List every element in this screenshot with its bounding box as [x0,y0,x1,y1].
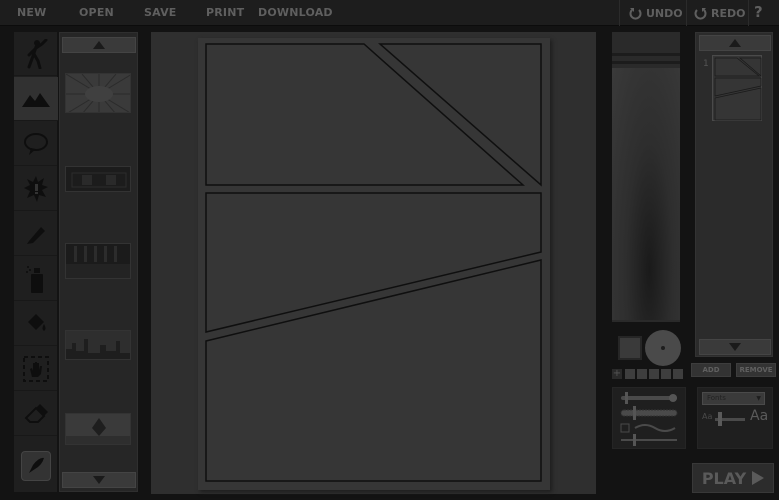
undo-button[interactable]: UNDO [629,5,683,21]
redo-label: REDO [711,6,746,20]
brush-style-option[interactable] [620,423,676,433]
tool-move[interactable] [14,347,57,391]
comic-page[interactable] [198,38,550,490]
figure-icon [27,38,47,69]
thumbnail-city[interactable] [65,330,131,360]
tool-erase[interactable] [14,392,57,436]
page-thumbnail-image [714,57,762,121]
divider [748,0,749,26]
font-size-large-label: Aa [750,408,769,424]
city-thumbnail-image [66,331,130,359]
library-scroll-up[interactable] [62,37,136,53]
download-button[interactable]: DOWNLOAD [258,6,333,19]
divider [686,0,687,26]
mountains-icon [22,92,50,107]
saved-swatch[interactable] [625,369,635,379]
brush-opacity-slider[interactable] [620,406,678,420]
saved-swatch[interactable] [637,369,647,379]
panel-4[interactable] [205,259,542,482]
undo-label: UNDO [646,6,683,20]
play-label: PLAY [701,468,747,488]
brush-smooth-slider[interactable] [621,434,677,446]
arrow-down-icon [729,343,741,351]
brush-settings [612,387,686,449]
panel-2[interactable] [378,43,542,187]
library-scroll-down[interactable] [62,472,136,488]
ink-tool-frame [20,451,51,481]
speech-bubble-icon [23,132,48,155]
rays-thumbnail-image [66,74,130,112]
brush-sliders [620,392,678,446]
font-settings: Fonts Aa Aa [697,387,773,449]
undo-icon [629,7,642,19]
tool-draw[interactable] [14,212,57,256]
thumbnail-monument[interactable] [65,413,131,445]
tool-balloons[interactable] [14,122,57,166]
panel-1[interactable] [205,43,525,186]
tool-fill[interactable] [14,302,57,346]
brush-color-swatch[interactable] [645,330,681,366]
print-button[interactable]: PRINT [206,6,244,19]
hall-thumbnail-image [66,244,130,278]
color-picker[interactable] [612,32,680,322]
panel-3[interactable] [205,192,542,333]
font-size-small-label: Aa [702,412,713,421]
redo-icon [694,7,707,19]
play-icon [752,471,765,485]
eraser-icon [24,403,48,423]
tool-characters[interactable] [14,32,57,76]
arrow-up-icon [93,41,105,49]
tool-spray[interactable] [14,257,57,301]
redo-button[interactable]: REDO [694,5,745,21]
pencil-icon [26,226,45,244]
tool-palette [14,32,58,492]
saved-swatch[interactable] [661,369,671,379]
remove-page-button[interactable]: REMOVE [736,363,776,377]
tool-ink[interactable] [14,444,57,488]
saved-swatch[interactable] [649,369,659,379]
tool-sound-effects[interactable] [14,167,57,211]
hand-select-icon [22,355,49,382]
fill-color-swatch[interactable] [618,336,642,360]
divider [619,0,620,26]
canvas-area[interactable] [151,32,596,494]
paint-bucket-icon [27,313,45,331]
arrow-down-icon [93,476,105,484]
pages-panel: 1 [695,32,773,357]
open-button[interactable]: OPEN [79,6,114,19]
thumbnail-stage[interactable] [65,166,131,192]
color-gradient[interactable] [612,68,680,320]
pages-scroll-down[interactable] [699,339,771,355]
page-number: 1 [703,59,709,69]
play-button[interactable]: PLAY [692,463,774,493]
arrow-up-icon [729,39,741,47]
add-page-button[interactable]: ADD [691,363,731,377]
brush-size-slider[interactable] [621,392,677,404]
pages-scroll-up[interactable] [699,35,771,51]
new-button[interactable]: NEW [17,6,46,19]
add-swatch-icon[interactable]: + [612,369,622,379]
save-button[interactable]: SAVE [144,6,177,19]
menu-bar: NEW OPEN SAVE PRINT DOWNLOAD UNDO REDO ? [0,0,779,26]
thumbnail-hall[interactable] [65,243,131,279]
font-size-slider-handle[interactable] [718,412,722,426]
monument-thumbnail-image [66,414,130,444]
asset-library [59,32,138,492]
panel-layout [205,43,542,482]
page-thumbnail[interactable] [712,55,762,121]
font-select[interactable]: Fonts [702,392,765,405]
hue-slider-line[interactable] [612,61,680,64]
stage-thumbnail-image [66,167,130,191]
saved-swatch[interactable] [673,369,683,379]
help-button[interactable]: ? [754,3,763,21]
spray-can-icon [25,265,43,293]
burst-icon [23,175,48,202]
quill-icon [28,457,44,473]
tool-backgrounds[interactable] [14,77,58,121]
hue-slider-line[interactable] [612,53,680,56]
thumbnail-rays[interactable] [65,73,131,113]
